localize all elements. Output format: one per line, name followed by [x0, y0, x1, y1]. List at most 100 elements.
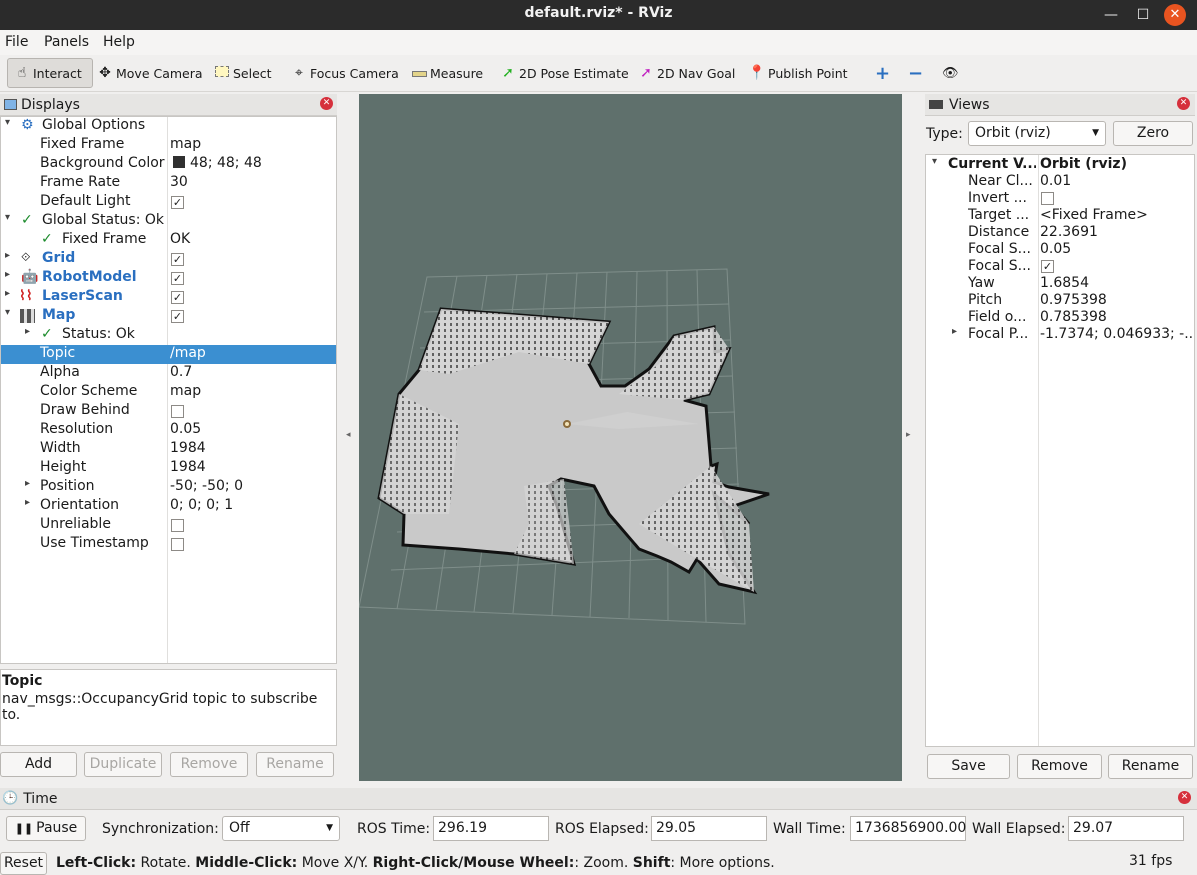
rename-view-button[interactable]: Rename	[1108, 754, 1193, 779]
use-timestamp-checkbox[interactable]	[171, 538, 184, 551]
tree-row-width[interactable]: Width 1984	[1, 440, 336, 459]
tree-row-grid[interactable]: ▸ ⟐ Grid ✓	[1, 250, 336, 269]
tree-row-global-options[interactable]: ▾ ⚙ Global Options	[1, 117, 336, 136]
view-row-yaw[interactable]: Yaw 1.6854	[926, 275, 1194, 292]
expand-right-icon[interactable]: ▸	[25, 478, 30, 489]
render-viewport[interactable]	[359, 94, 902, 781]
wall-elapsed-field[interactable]: 29.07	[1068, 816, 1184, 841]
grid-enabled-checkbox[interactable]: ✓	[171, 253, 184, 266]
unreliable-checkbox[interactable]	[171, 519, 184, 532]
ros-time-field[interactable]: 296.19	[433, 816, 549, 841]
eye-icon[interactable]: 👁	[942, 58, 959, 88]
view-row-focal-point[interactable]: ▸ Focal P... -1.7374; 0.046933; -...	[926, 326, 1194, 343]
tree-row-color-scheme[interactable]: Color Scheme map	[1, 383, 336, 402]
publish-point-tool-button[interactable]: 📍 Publish Point	[748, 58, 847, 88]
tree-row-use-timestamp[interactable]: Use Timestamp	[1, 535, 336, 554]
sync-select[interactable]: Off ▼	[222, 816, 340, 841]
reset-button[interactable]: Reset	[0, 852, 47, 875]
remove-view-button[interactable]: Remove	[1017, 754, 1102, 779]
remove-tool-icon[interactable]: −	[908, 58, 923, 88]
view-row-focal-shape[interactable]: Focal S... ✓	[926, 258, 1194, 275]
tree-row-resolution[interactable]: Resolution 0.05	[1, 421, 336, 440]
tree-row-height[interactable]: Height 1984	[1, 459, 336, 478]
menu-file[interactable]: File	[5, 34, 28, 50]
laser-scan-enabled-checkbox[interactable]: ✓	[171, 291, 184, 304]
expand-right-icon[interactable]: ▸	[5, 250, 10, 261]
tree-row-topic[interactable]: Topic /map	[1, 345, 336, 364]
wall-elapsed-label: Wall Elapsed:	[972, 821, 1066, 837]
tree-row-global-status[interactable]: ▾ ✓ Global Status: Ok	[1, 212, 336, 231]
tree-row-robot-model[interactable]: ▸ 🤖 RobotModel ✓	[1, 269, 336, 288]
view-row-distance[interactable]: Distance 22.3691	[926, 224, 1194, 241]
view-row-near-clip[interactable]: Near Cl... 0.01	[926, 173, 1194, 190]
view-type-select[interactable]: Orbit (rviz) ▼	[968, 121, 1106, 146]
expand-down-icon[interactable]: ▾	[932, 156, 937, 167]
focus-camera-tool-button[interactable]: ⌖ Focus Camera	[290, 58, 399, 88]
tree-row-default-light[interactable]: Default Light ✓	[1, 193, 336, 212]
zero-view-button[interactable]: Zero	[1113, 121, 1193, 146]
map-enabled-checkbox[interactable]: ✓	[171, 310, 184, 323]
view-type-label: Type:	[926, 126, 963, 142]
tree-row-laser-scan[interactable]: ▸ ⌇⌇ LaserScan ✓	[1, 288, 336, 307]
view-row-pitch[interactable]: Pitch 0.975398	[926, 292, 1194, 309]
view-row-field-of-view[interactable]: Field o... 0.785398	[926, 309, 1194, 326]
maximize-icon[interactable]: ☐	[1132, 4, 1154, 26]
expand-down-icon[interactable]: ▾	[5, 117, 10, 128]
tree-row-draw-behind[interactable]: Draw Behind	[1, 402, 336, 421]
expand-right-icon[interactable]: ▸	[25, 497, 30, 508]
rename-display-button[interactable]: Rename	[256, 752, 334, 777]
menu-help[interactable]: Help	[103, 34, 135, 50]
toolbar: ☝ Interact ✥ Move Camera Select ⌖ Focus Cam…	[0, 55, 1197, 92]
interact-tool-button[interactable]: ☝ Interact	[7, 58, 93, 88]
ros-elapsed-field[interactable]: 29.05	[651, 816, 767, 841]
view-row-invert[interactable]: Invert ...	[926, 190, 1194, 207]
add-tool-icon[interactable]: +	[875, 58, 890, 88]
default-light-checkbox[interactable]: ✓	[171, 196, 184, 209]
pause-button[interactable]: ❚❚ Pause	[6, 816, 86, 841]
measure-tool-button[interactable]: Measure	[410, 58, 483, 88]
window-titlebar: default.rviz* - RViz — ☐ ✕	[0, 0, 1197, 30]
expand-right-icon[interactable]: ▸	[25, 326, 30, 337]
tree-row-map[interactable]: ▾ Map ✓	[1, 307, 336, 326]
tree-row-map-status[interactable]: ▸ ✓ Status: Ok	[1, 326, 336, 345]
close-icon[interactable]: ✕	[1177, 97, 1190, 110]
tree-row-status-fixed-frame[interactable]: ✓ Fixed Frame OK	[1, 231, 336, 250]
collapse-right-icon[interactable]: ▸	[906, 430, 911, 440]
draw-behind-checkbox[interactable]	[171, 405, 184, 418]
close-icon[interactable]: ✕	[1164, 4, 1186, 26]
expand-right-icon[interactable]: ▸	[5, 269, 10, 280]
close-icon[interactable]: ✕	[320, 97, 333, 110]
tree-row-frame-rate[interactable]: Frame Rate 30	[1, 174, 336, 193]
menu-panels[interactable]: Panels	[44, 34, 89, 50]
expand-right-icon[interactable]: ▸	[5, 288, 10, 299]
expand-right-icon[interactable]: ▸	[952, 326, 957, 337]
save-view-button[interactable]: Save	[927, 754, 1010, 779]
view-row-current[interactable]: ▾ Current V... Orbit (rviz)	[926, 156, 1194, 173]
robot-model-enabled-checkbox[interactable]: ✓	[171, 272, 184, 285]
tree-row-alpha[interactable]: Alpha 0.7	[1, 364, 336, 383]
tree-row-orientation[interactable]: ▸ Orientation 0; 0; 0; 1	[1, 497, 336, 516]
remove-display-button[interactable]: Remove	[170, 752, 248, 777]
select-tool-button[interactable]: Select	[213, 58, 272, 88]
add-display-button[interactable]: Add	[0, 752, 77, 777]
tree-row-unreliable[interactable]: Unreliable	[1, 516, 336, 535]
tree-row-fixed-frame[interactable]: Fixed Frame map	[1, 136, 336, 155]
duplicate-display-button[interactable]: Duplicate	[84, 752, 162, 777]
tree-row-position[interactable]: ▸ Position -50; -50; 0	[1, 478, 336, 497]
expand-down-icon[interactable]: ▾	[5, 212, 10, 223]
focal-shape-checkbox[interactable]: ✓	[1041, 260, 1054, 273]
move-camera-tool-button[interactable]: ✥ Move Camera	[96, 58, 202, 88]
tree-row-background-color[interactable]: Background Color 48; 48; 48	[1, 155, 336, 174]
close-icon[interactable]: ✕	[1178, 791, 1191, 804]
view-row-target[interactable]: Target ... <Fixed Frame>	[926, 207, 1194, 224]
pose-estimate-tool-button[interactable]: ➚ 2D Pose Estimate	[499, 58, 629, 88]
ruler-icon	[410, 65, 428, 81]
property-description: Topic nav_msgs::OccupancyGrid topic to s…	[0, 669, 337, 746]
view-row-focal-size[interactable]: Focal S... 0.05	[926, 241, 1194, 258]
invert-z-checkbox[interactable]	[1041, 192, 1054, 205]
wall-time-field[interactable]: 1736856900.00	[850, 816, 966, 841]
minimize-icon[interactable]: —	[1100, 4, 1122, 26]
expand-down-icon[interactable]: ▾	[5, 307, 10, 318]
nav-goal-tool-button[interactable]: ➚ 2D Nav Goal	[637, 58, 735, 88]
collapse-left-icon[interactable]: ◂	[346, 430, 351, 440]
